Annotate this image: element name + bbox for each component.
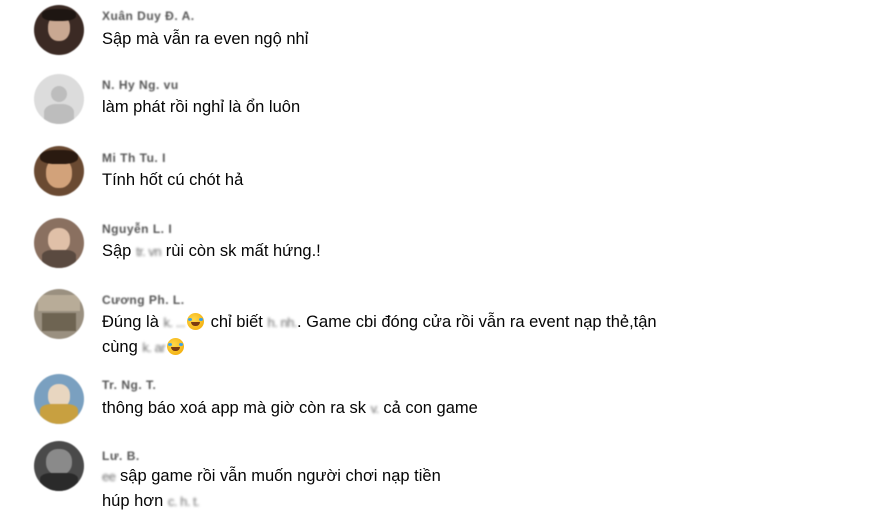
redacted-text: h. nh. xyxy=(267,314,298,330)
comment-text-line2: cùng k. ar xyxy=(102,336,186,359)
rolling-on-the-floor-laughing-icon xyxy=(167,338,185,355)
commenter-name[interactable]: Tr. Ng. T. xyxy=(102,378,156,392)
avatar[interactable] xyxy=(34,5,84,55)
comment-text: làm phát rồi nghỉ là ổn luôn xyxy=(102,98,301,116)
avatar[interactable] xyxy=(34,289,84,339)
redacted-text: tr. vn xyxy=(135,243,162,259)
rolling-on-the-floor-laughing-icon xyxy=(187,313,205,330)
avatar[interactable] xyxy=(34,374,84,424)
avatar[interactable] xyxy=(34,218,84,268)
commenter-name[interactable]: Cương Ph. L. xyxy=(102,293,185,307)
comment-text: Tính hốt cú chót hả xyxy=(102,171,244,189)
redacted-text: k. ar xyxy=(142,339,166,355)
redacted-text: k. ... xyxy=(163,314,186,330)
commenter-name[interactable]: Nguyễn L. I xyxy=(102,222,172,236)
comment-text: Đúng là k. ... chỉ biết h. nh.. Game cbi… xyxy=(102,311,657,334)
redacted-text: ee xyxy=(102,468,116,484)
comment-text-line2: húp hơn c. h. t. xyxy=(102,490,200,513)
comment-text: Sập tr. vn rùi còn sk mất hứng.! xyxy=(102,240,321,263)
comment-text: thông báo xoá app mà giờ còn ra sk v. cả… xyxy=(102,397,478,420)
comment-text: ee sập game rồi vẫn muốn người chơi nạp … xyxy=(102,465,441,488)
commenter-name[interactable]: Lư. B. xyxy=(102,449,140,463)
commenter-name[interactable]: Xuân Duy Đ. A. xyxy=(102,9,195,23)
commenter-name[interactable]: Mi Th Tu. I xyxy=(102,151,166,165)
comment-text: Sập mà vẫn ra even ngộ nhỉ xyxy=(102,30,309,48)
avatar[interactable] xyxy=(34,441,84,491)
redacted-text: v. xyxy=(370,400,380,416)
avatar[interactable] xyxy=(34,146,84,196)
avatar[interactable] xyxy=(34,74,84,124)
commenter-name[interactable]: N. Hy Ng. vu xyxy=(102,78,179,92)
redacted-text: c. h. t. xyxy=(167,493,200,509)
